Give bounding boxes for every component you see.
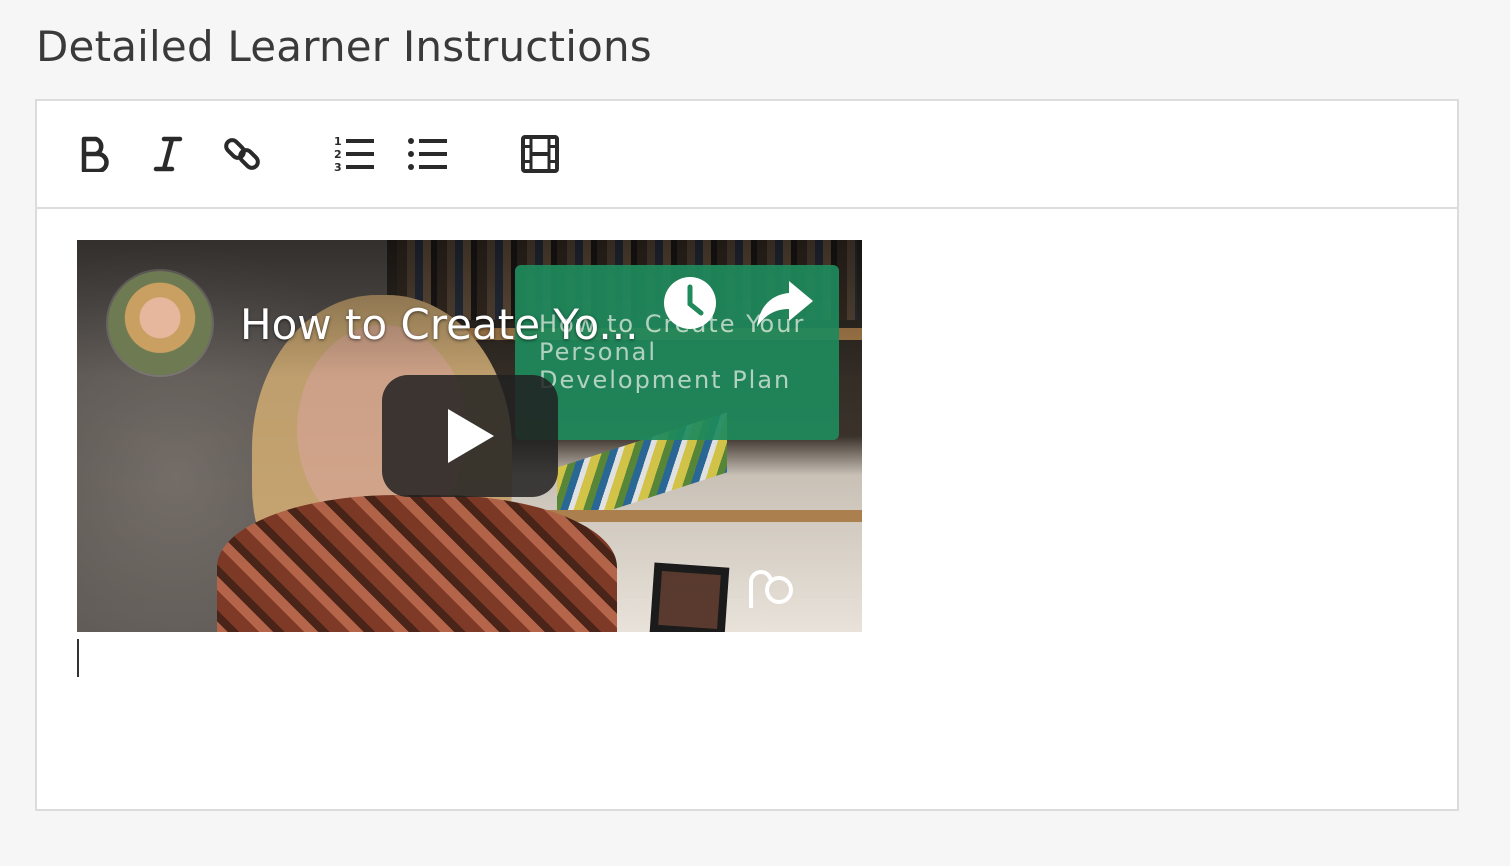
link-button[interactable] (219, 131, 265, 177)
italic-icon (153, 136, 183, 172)
svg-text:1: 1 (334, 135, 342, 148)
italic-button[interactable] (145, 131, 191, 177)
film-icon (521, 135, 559, 173)
clock-icon[interactable] (662, 275, 718, 331)
channel-avatar[interactable] (108, 271, 212, 375)
unordered-list-button[interactable] (405, 131, 451, 177)
link-icon (224, 138, 260, 170)
video-title[interactable]: How to Create Yo... (240, 300, 639, 349)
embedded-video[interactable]: How to Create Your Personal Development … (77, 240, 862, 632)
play-icon (448, 409, 494, 463)
video-button[interactable] (517, 131, 563, 177)
text-cursor (77, 639, 79, 677)
svg-text:2: 2 (334, 148, 342, 161)
play-button[interactable] (382, 375, 558, 497)
bold-icon (81, 136, 109, 172)
rich-text-editor[interactable]: 1 2 3 How to Create Your Personal Develo… (35, 99, 1459, 811)
unordered-list-icon (408, 138, 447, 170)
editor-toolbar: 1 2 3 (37, 101, 1457, 209)
section-title: Detailed Learner Instructions (36, 22, 652, 71)
bold-button[interactable] (72, 131, 118, 177)
share-icon[interactable] (755, 277, 815, 329)
ordered-list-button[interactable]: 1 2 3 (332, 131, 378, 177)
svg-text:3: 3 (334, 161, 342, 174)
ordered-list-icon: 1 2 3 (334, 135, 374, 174)
editor-content[interactable]: How to Create Your Personal Development … (37, 209, 1457, 809)
watermark-logo (749, 570, 794, 608)
